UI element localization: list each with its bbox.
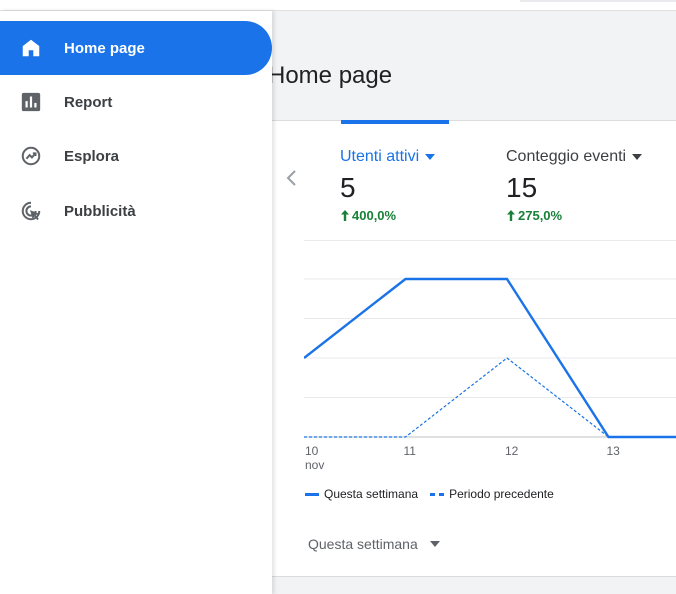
legend-swatch-solid: [305, 492, 319, 496]
home-icon: [19, 36, 43, 60]
bar-chart-icon: [19, 90, 43, 114]
period-select-label: Questa settimana: [308, 536, 418, 552]
sidebar-item-label: Home page: [64, 39, 145, 57]
legend-swatch-dashed: [430, 492, 445, 496]
top-bar-search-edge: [520, 0, 676, 2]
line-chart: 10 nov 11 12 13: [304, 277, 676, 472]
metric-change: 275,0%: [506, 208, 642, 223]
period-select[interactable]: Questa settimana: [308, 536, 440, 552]
sidebar-item-report[interactable]: Report: [0, 75, 272, 129]
page-title: Home page: [268, 62, 393, 89]
metric-value: 5: [340, 172, 356, 203]
arrow-up-icon: [341, 210, 349, 221]
sidebar-item-label: Esplora: [64, 147, 120, 165]
metric-tab-active-users[interactable]: Utenti attivi 5 400,0%: [340, 148, 436, 223]
x-tick-label: 11: [404, 444, 417, 458]
advertising-icon: [19, 199, 43, 223]
x-tick-label: 10 nov: [305, 444, 324, 472]
x-tick-label: 12: [505, 444, 519, 458]
arrow-up-icon: [507, 210, 515, 221]
metric-change: 400,0%: [340, 208, 435, 223]
metric-label: Conteggio eventi: [506, 148, 643, 166]
metric-label: Utenti attivi: [340, 148, 436, 166]
sidebar-item-esplora[interactable]: Esplora: [0, 129, 272, 183]
chevron-left-icon[interactable]: [284, 168, 298, 188]
legend-label: Periodo precedente: [449, 487, 554, 501]
legend-label: Questa settimana: [324, 487, 419, 501]
sidebar-item-home[interactable]: Home page: [0, 21, 272, 75]
chart-legend: Questa settimana Periodo precedente: [305, 487, 554, 501]
sidebar-item-pubblicita[interactable]: Pubblicità: [0, 184, 272, 238]
explore-icon: [19, 144, 43, 168]
sidebar-item-label: Report: [64, 93, 113, 111]
sidebar-item-label: Pubblicità: [64, 202, 136, 220]
selected-metric-indicator: [341, 120, 449, 124]
chevron-down-icon: [632, 154, 643, 160]
sidebar: Home page Report Esplora Pubblicità: [0, 11, 272, 594]
metric-value: 15: [506, 172, 538, 203]
card-divider: [304, 240, 676, 241]
x-tick-label: 13: [607, 444, 621, 458]
metric-tab-event-count[interactable]: Conteggio eventi 15 275,0%: [506, 148, 643, 223]
chevron-down-icon: [425, 154, 436, 160]
chevron-down-icon: [429, 541, 440, 547]
